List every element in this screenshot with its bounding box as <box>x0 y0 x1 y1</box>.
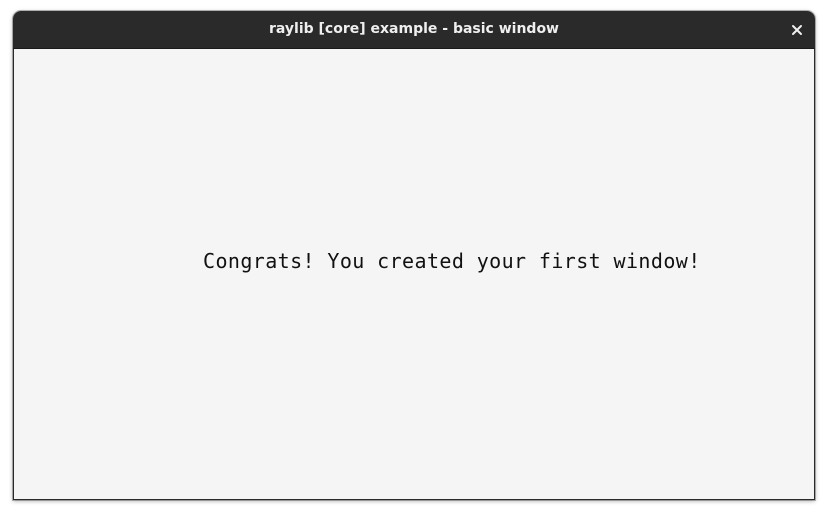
close-button[interactable] <box>785 18 809 42</box>
app-window: raylib [core] example - basic window Con… <box>13 11 815 500</box>
window-title: raylib [core] example - basic window <box>268 21 559 37</box>
congrats-message: Congrats! You created your first window! <box>203 249 701 273</box>
close-icon <box>792 25 802 35</box>
title-bar[interactable]: raylib [core] example - basic window <box>13 11 815 49</box>
render-canvas: Congrats! You created your first window! <box>13 49 815 500</box>
